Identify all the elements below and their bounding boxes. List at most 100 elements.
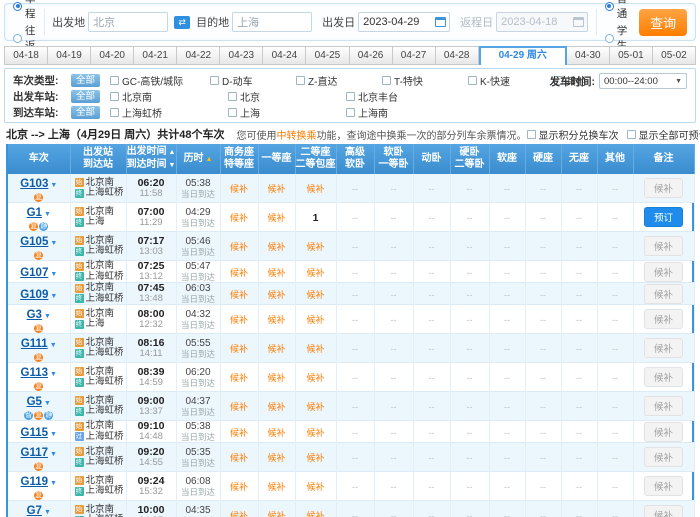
train-link[interactable]: G113 (21, 367, 49, 379)
waitlist-link[interactable]: 候补 (267, 184, 285, 194)
date-tab-04-20[interactable]: 04-20 (91, 46, 134, 65)
waitlist-link[interactable]: 候补 (306, 268, 324, 278)
expand-caret-icon[interactable]: ▼ (50, 271, 57, 278)
waitlist-link[interactable]: 候补 (306, 428, 324, 438)
waitlist-button[interactable]: 候补 (644, 447, 683, 467)
filter-option[interactable]: T-特快 (382, 73, 468, 88)
expand-caret-icon[interactable]: ▼ (44, 211, 51, 218)
column-header[interactable]: 软卧一等卧 (374, 144, 413, 174)
waitlist-link[interactable]: 候补 (306, 315, 324, 325)
waitlist-link[interactable]: 候补 (267, 402, 285, 412)
waitlist-link[interactable]: 候补 (230, 402, 248, 412)
sort-arrow-icon[interactable]: ▲ (167, 149, 176, 156)
waitlist-link[interactable]: 候补 (230, 511, 248, 517)
column-header[interactable]: 其他 (597, 144, 633, 174)
waitlist-link[interactable]: 候补 (267, 213, 285, 223)
expand-caret-icon[interactable]: ▼ (50, 431, 57, 438)
waitlist-link[interactable]: 候补 (267, 482, 285, 492)
column-header[interactable]: 软座 (489, 144, 525, 174)
waitlist-link[interactable]: 候补 (267, 242, 285, 252)
waitlist-link[interactable]: 候补 (306, 453, 324, 463)
waitlist-link[interactable]: 候补 (306, 184, 324, 194)
waitlist-link[interactable]: 候补 (230, 482, 248, 492)
expand-caret-icon[interactable]: ▼ (44, 509, 51, 516)
date-tab-04-28[interactable]: 04-28 (436, 46, 479, 65)
waitlist-link[interactable]: 候补 (230, 290, 248, 300)
waitlist-button[interactable]: 候补 (644, 309, 683, 329)
show-bookable-trains-checkbox[interactable]: 显示全部可预订车次 (627, 127, 700, 142)
depart-time-select[interactable]: 00:00--24:00 ▼ (599, 73, 687, 89)
waitlist-link[interactable]: 候补 (230, 213, 248, 223)
train-link[interactable]: G109 (20, 289, 48, 301)
waitlist-button[interactable]: 候补 (644, 505, 683, 517)
expand-caret-icon[interactable]: ▼ (50, 342, 57, 349)
date-tab-04-24[interactable]: 04-24 (263, 46, 306, 65)
waitlist-link[interactable]: 候补 (306, 344, 324, 354)
waitlist-button[interactable]: 候补 (644, 338, 683, 358)
date-tab-04-30[interactable]: 04-30 (567, 46, 610, 65)
show-points-trains-checkbox[interactable]: 显示积分兑换车次 (527, 127, 619, 142)
column-header[interactable]: 动卧 (413, 144, 450, 174)
waitlist-link[interactable]: 候补 (306, 482, 324, 492)
filter-option[interactable]: 北京 (228, 89, 346, 104)
waitlist-link[interactable]: 候补 (230, 268, 248, 278)
waitlist-link[interactable]: 候补 (267, 511, 285, 517)
train-link[interactable]: G1 (27, 207, 42, 219)
waitlist-link[interactable]: 候补 (306, 373, 324, 383)
expand-caret-icon[interactable]: ▼ (50, 182, 57, 189)
filter-option[interactable]: 上海南 (346, 105, 464, 120)
train-link[interactable]: G111 (21, 338, 48, 350)
date-tab-04-27[interactable]: 04-27 (393, 46, 436, 65)
train-link[interactable]: G103 (20, 178, 48, 190)
train-link[interactable]: G3 (27, 309, 42, 321)
date-tab-04-23[interactable]: 04-23 (220, 46, 263, 65)
waitlist-link[interactable]: 候补 (230, 184, 248, 194)
date-tab-04-26[interactable]: 04-26 (350, 46, 393, 65)
waitlist-button[interactable]: 候补 (644, 422, 683, 442)
train-link[interactable]: G105 (20, 236, 48, 248)
train-link[interactable]: G5 (27, 396, 42, 408)
expand-caret-icon[interactable]: ▼ (50, 480, 57, 487)
expand-caret-icon[interactable]: ▼ (44, 313, 51, 320)
column-header[interactable]: 硬卧二等卧 (450, 144, 489, 174)
column-header[interactable]: 一等座 (258, 144, 295, 174)
date-tab-04-25[interactable]: 04-25 (306, 46, 349, 65)
waitlist-link[interactable]: 候补 (267, 268, 285, 278)
column-header[interactable]: 出发时间 ▲到达时间 ▼ (126, 144, 176, 174)
filter-option[interactable]: 北京丰台 (346, 89, 464, 104)
waitlist-link[interactable]: 候补 (267, 428, 285, 438)
column-header[interactable]: 车次 (8, 144, 70, 174)
waitlist-link[interactable]: 候补 (306, 242, 324, 252)
filter-option[interactable]: GC-高铁/城际 (110, 73, 210, 88)
expand-caret-icon[interactable]: ▼ (50, 371, 57, 378)
all-filter-button[interactable]: 全部 (71, 74, 100, 87)
expand-caret-icon[interactable]: ▼ (44, 400, 51, 407)
all-filter-button[interactable]: 全部 (71, 90, 100, 103)
waitlist-link[interactable]: 候补 (306, 290, 324, 300)
waitlist-link[interactable]: 候补 (230, 373, 248, 383)
waitlist-button[interactable]: 候补 (644, 367, 683, 387)
all-filter-button[interactable]: 全部 (71, 106, 100, 119)
waitlist-link[interactable]: 候补 (306, 511, 324, 517)
column-header[interactable]: 高级软卧 (336, 144, 374, 174)
column-header[interactable]: 历时 ▲ (176, 144, 220, 174)
column-header[interactable]: 备注 (633, 144, 694, 174)
calendar-icon[interactable] (435, 17, 446, 27)
filter-option[interactable]: 上海虹桥 (110, 105, 228, 120)
date-tab-04-22[interactable]: 04-22 (177, 46, 220, 65)
waitlist-link[interactable]: 候补 (230, 344, 248, 354)
query-button[interactable]: 查询 (639, 9, 687, 36)
waitlist-link[interactable]: 候补 (267, 344, 285, 354)
sort-arrow-icon[interactable]: ▲ (204, 156, 213, 163)
expand-caret-icon[interactable]: ▼ (50, 240, 57, 247)
date-tab-05-01[interactable]: 05-01 (610, 46, 653, 65)
train-link[interactable]: G107 (20, 267, 48, 279)
book-button[interactable]: 预订 (644, 207, 683, 227)
expand-caret-icon[interactable]: ▼ (50, 451, 57, 458)
to-input[interactable] (232, 12, 312, 32)
column-header[interactable]: 无座 (561, 144, 597, 174)
date-tab-04-29[interactable]: 04-29 周六 (479, 46, 567, 65)
train-link[interactable]: G7 (27, 505, 42, 517)
date-tab-04-19[interactable]: 04-19 (48, 46, 91, 65)
train-link[interactable]: G117 (21, 447, 49, 459)
